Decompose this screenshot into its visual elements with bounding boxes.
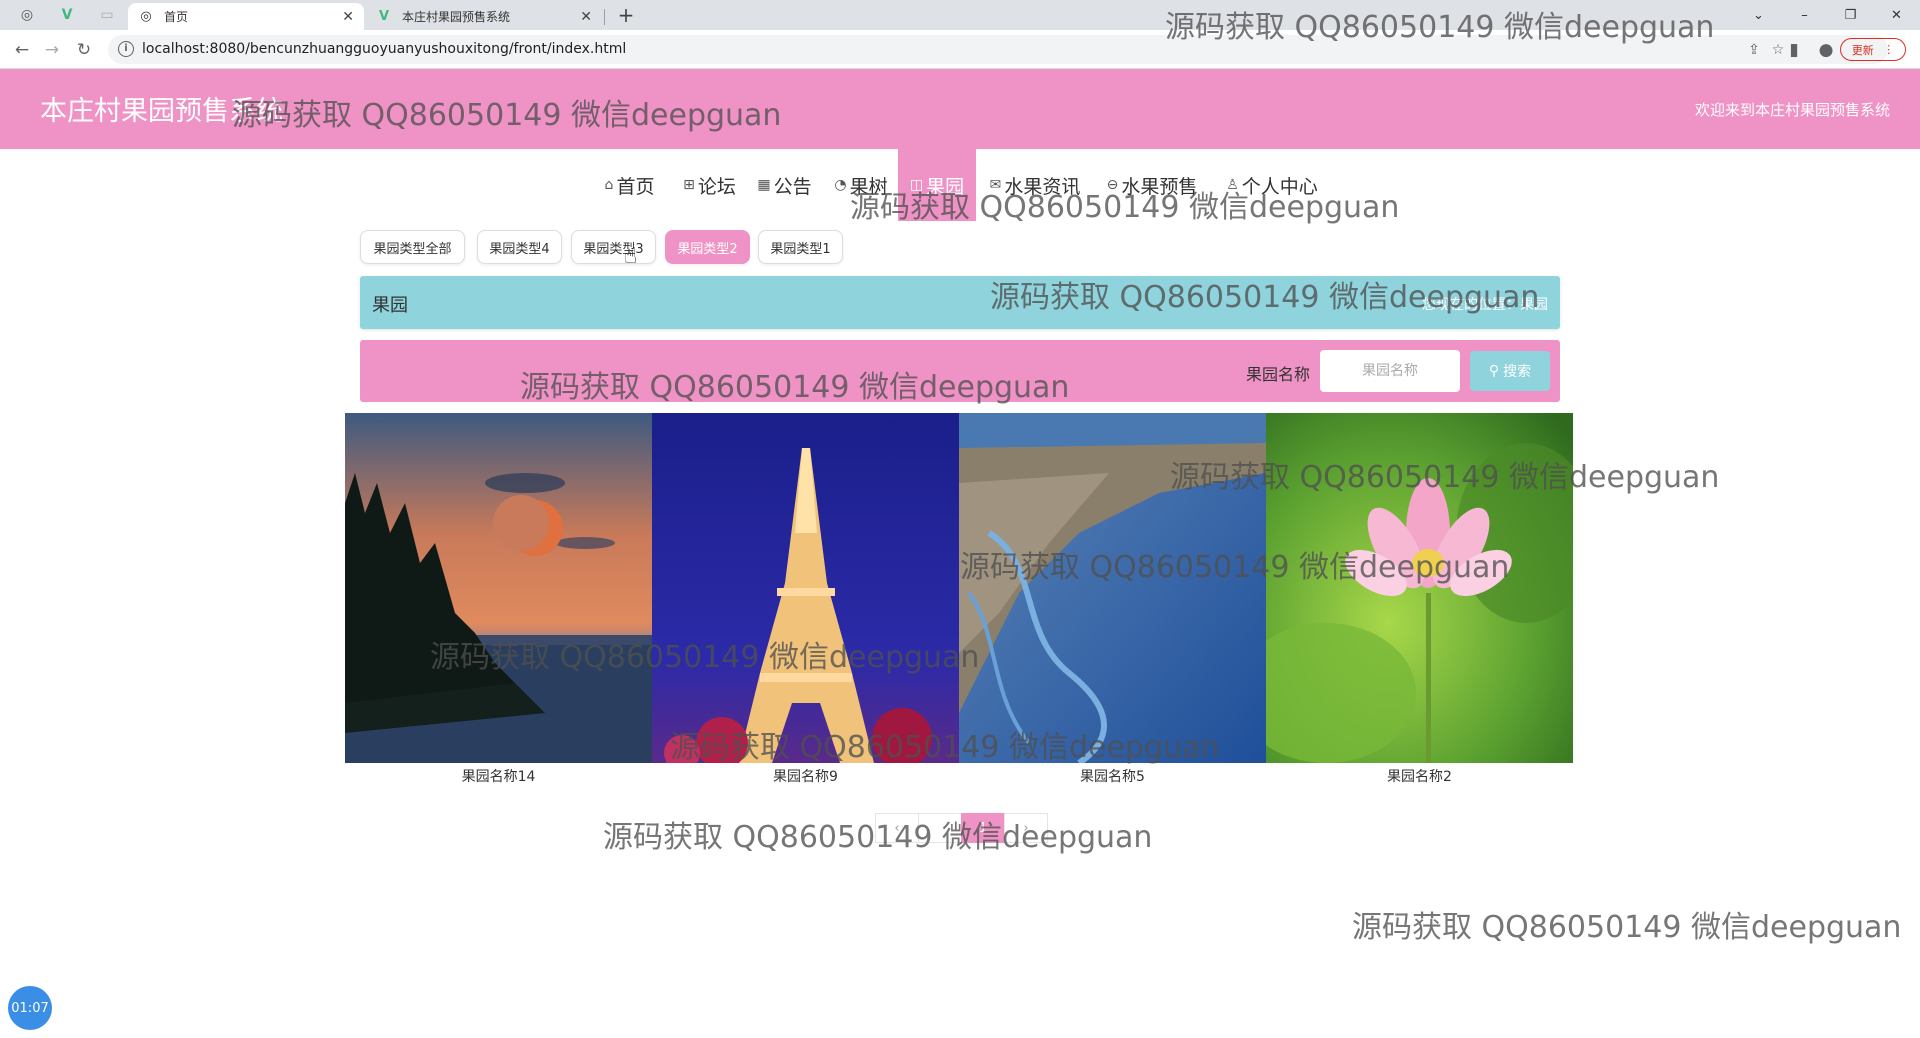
recording-timer: 01:07 <box>8 986 52 1030</box>
page-blank <box>918 813 962 843</box>
address-bar[interactable]: i localhost:8080/bencunzhuangguoyuanyush… <box>108 35 1888 64</box>
vue-logo-icon: V <box>378 9 390 24</box>
mouse-cursor-icon: ☝ <box>624 244 638 269</box>
update-button[interactable]: 更新 ⋮ <box>1840 38 1906 61</box>
forward-button[interactable]: → <box>38 36 66 64</box>
welcome-text: 欢迎来到本庄村果园预售系统 <box>1694 101 1890 119</box>
menu-item-user-center[interactable]: ♙ 个人中心 <box>1222 149 1322 221</box>
tree-icon: ◔ <box>834 177 847 193</box>
restore-icon: ❐ <box>1844 7 1857 23</box>
orchard-icon: ◫ <box>909 177 924 193</box>
globe-icon: ◎ <box>20 7 34 23</box>
browser-tab-strip: ◎ V ▭ ◎ 首页 ✕ V 本庄村果园预售系统 ✕ + ⌄ – ❐ ✕ <box>0 0 1920 30</box>
menu-item-notice[interactable]: ▦ 公告 <box>755 149 814 221</box>
tab-home[interactable]: ◎ 首页 ✕ <box>128 3 364 30</box>
reload-icon: ↻ <box>76 40 92 60</box>
pinned-tab-vue[interactable]: V <box>52 3 82 27</box>
menu-item-tree[interactable]: ◔ 果树 <box>830 149 892 221</box>
search-label: 果园名称 <box>1246 365 1311 384</box>
minimize-button[interactable]: – <box>1782 0 1827 30</box>
page-icon: ▭ <box>100 7 114 23</box>
tab-search-button[interactable]: ⌄ <box>1736 0 1781 30</box>
category-chip-type1[interactable]: 果园类型1 <box>758 230 843 264</box>
url-text[interactable]: localhost:8080/bencunzhuangguoyuanyushou… <box>142 41 626 57</box>
site-title: 本庄村果园预售系统 <box>40 96 283 127</box>
more-vert-icon: ⋮ <box>1883 43 1895 56</box>
back-button[interactable]: ← <box>8 36 36 64</box>
menu-item-forum[interactable]: ⊞ 论坛 <box>678 149 741 221</box>
chevron-right-icon: › <box>1023 820 1029 836</box>
page-prev-button[interactable]: ‹ <box>875 813 919 843</box>
orchard-name[interactable]: 果园名称5 <box>959 766 1266 786</box>
orchard-name[interactable]: 果园名称14 <box>345 766 652 786</box>
user-icon: ♙ <box>1226 177 1239 193</box>
category-chip-all[interactable]: 果园类型全部 <box>360 230 465 264</box>
breadcrumb-bar: 果园 您现在的位置：果园 <box>360 276 1560 329</box>
search-button[interactable]: ⚲ 搜索 <box>1470 351 1550 391</box>
search-input[interactable] <box>1320 350 1460 392</box>
forum-icon: ⊞ <box>683 177 695 193</box>
reload-button[interactable]: ↻ <box>70 36 98 64</box>
breadcrumb: 您现在的位置：果园 <box>1422 297 1548 313</box>
new-tab-button[interactable]: + <box>612 3 640 27</box>
orchard-card[interactable]: 果园名称2 <box>1266 413 1573 788</box>
sidebar-icon: ▮ <box>1789 40 1799 60</box>
globe-icon: ◎ <box>140 9 152 24</box>
close-icon: ✕ <box>1891 7 1902 23</box>
restore-button[interactable]: ❐ <box>1828 0 1873 30</box>
tab-separator <box>604 9 605 25</box>
category-chip-type4[interactable]: 果园类型4 <box>477 230 562 264</box>
menu-item-home[interactable]: ⌂ 首页 <box>597 149 662 221</box>
close-icon[interactable]: ✕ <box>342 9 354 25</box>
page-1-button[interactable]: 1 <box>961 813 1005 843</box>
notice-icon: ▦ <box>757 177 771 193</box>
share-icon[interactable]: ⇪ <box>1744 40 1764 60</box>
orchard-name[interactable]: 果园名称9 <box>652 766 959 786</box>
arrow-left-icon: ← <box>14 40 30 60</box>
pinned-tab-globe[interactable]: ◎ <box>12 3 42 27</box>
watermark-text: 源码获取 QQ86050149 微信deepguan <box>1352 910 1902 945</box>
pagination: ‹ 1 › <box>875 813 1048 843</box>
site-header: 本庄村果园预售系统 欢迎来到本庄村果园预售系统 <box>0 69 1920 149</box>
avatar-icon: ● <box>1818 40 1834 60</box>
orchard-card[interactable]: 果园名称5 <box>959 413 1266 788</box>
chevron-down-icon: ⌄ <box>1753 7 1764 23</box>
plus-icon: + <box>617 3 635 27</box>
search-icon: ⚲ <box>1488 363 1500 379</box>
presale-icon: ⊖ <box>1106 177 1119 193</box>
lotus-flower-photo[interactable] <box>1266 413 1573 763</box>
news-icon: ✉ <box>989 177 1002 193</box>
pinned-tab-blank[interactable]: ▭ <box>92 3 122 27</box>
eiffel-tower-photo[interactable] <box>652 413 959 763</box>
profile-button[interactable]: ● <box>1812 36 1840 64</box>
orchard-name[interactable]: 果园名称2 <box>1266 766 1573 786</box>
close-window-button[interactable]: ✕ <box>1874 0 1919 30</box>
browser-toolbar: ← → ↻ i localhost:8080/bencunzhuangguoyu… <box>0 30 1920 69</box>
tab-system[interactable]: V 本庄村果园预售系统 ✕ <box>366 3 602 30</box>
sidebar-toggle-button[interactable]: ▮ <box>1780 36 1808 64</box>
info-icon[interactable]: i <box>118 41 134 57</box>
category-chip-type2[interactable]: 果园类型2 <box>665 230 750 264</box>
page-next-button[interactable]: › <box>1004 813 1048 843</box>
menu-item-fruit-news[interactable]: ✉ 水果资讯 <box>985 149 1085 221</box>
menu-item-orchard[interactable]: ◫ 果园 <box>898 149 976 221</box>
minimize-icon: – <box>1801 7 1808 23</box>
orchard-card[interactable]: 果园名称9 <box>652 413 959 788</box>
section-title: 果园 <box>372 295 408 316</box>
chevron-left-icon: ‹ <box>894 820 900 836</box>
orchard-card[interactable]: 果园名称14 <box>345 413 652 788</box>
arrow-right-icon: → <box>44 40 60 60</box>
close-icon[interactable]: ✕ <box>580 9 592 25</box>
search-bar: 果园名称 ⚲ 搜索 <box>360 340 1560 402</box>
menu-item-fruit-presale[interactable]: ⊖ 水果预售 <box>1102 149 1202 221</box>
category-chip-type3[interactable]: 果园类型3 <box>571 230 656 264</box>
vue-logo-icon: V <box>61 7 73 23</box>
home-icon: ⌂ <box>604 177 614 193</box>
coastal-wetland-photo[interactable] <box>959 413 1266 763</box>
moonlit-lake-photo[interactable] <box>345 413 652 763</box>
main-menu: ⌂ 首页 ⊞ 论坛 ▦ 公告 ◔ 果树 ◫ 果园 ✉ 水果资讯 ⊖ 水果预售 ♙ 个人中心 <box>0 149 1920 221</box>
